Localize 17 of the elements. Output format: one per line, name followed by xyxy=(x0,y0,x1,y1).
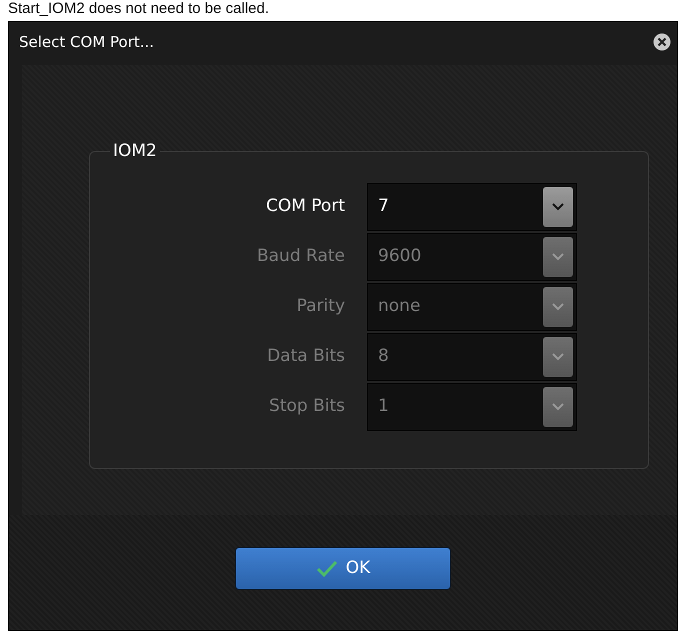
dropdown-button[interactable] xyxy=(543,187,573,227)
ok-button[interactable]: OK xyxy=(235,547,451,590)
field-label: Baud Rate xyxy=(256,245,346,268)
field-label: COM Port xyxy=(264,195,346,218)
chevron-down-icon xyxy=(552,303,564,311)
close-icon[interactable] xyxy=(653,33,671,51)
field-label: Stop Bits xyxy=(268,395,346,418)
dropdown-field[interactable]: 7 xyxy=(367,183,577,231)
checkmark-icon xyxy=(316,560,338,578)
chevron-down-icon xyxy=(552,253,564,261)
chevron-down-icon xyxy=(552,353,564,361)
caption-text: Start_IOM2 does not need to be called. xyxy=(8,0,270,18)
window-title: Select COM Port... xyxy=(19,32,154,53)
field-label: Data Bits xyxy=(266,345,346,368)
chevron-down-icon xyxy=(552,203,564,211)
field-label: Parity xyxy=(296,295,346,318)
chevron-down-icon xyxy=(552,403,564,411)
